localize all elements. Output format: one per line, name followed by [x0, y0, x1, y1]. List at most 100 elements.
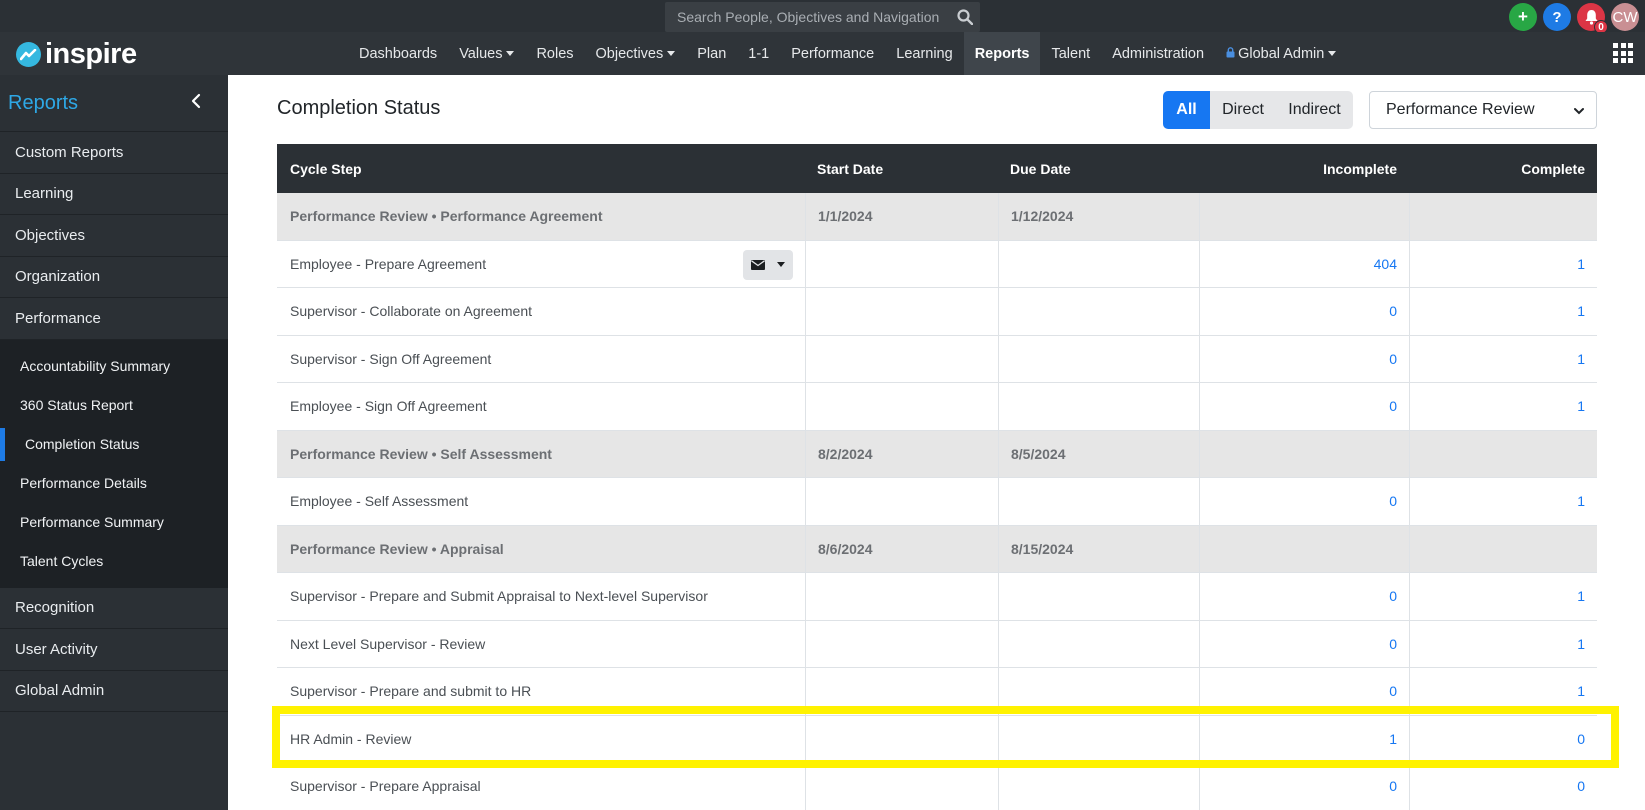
cell-cycle-step: Supervisor - Sign Off Agreement — [277, 336, 805, 383]
cell-due-date — [998, 715, 1199, 762]
nav-item-plan[interactable]: Plan — [686, 32, 737, 75]
cycle-step-text: Supervisor - Prepare Appraisal — [290, 778, 481, 795]
sidebar-item-learning[interactable]: Learning — [0, 174, 228, 215]
sidebar-subitem-360-status-report[interactable]: 360 Status Report — [0, 386, 228, 425]
header-due-date[interactable]: Due Date — [998, 144, 1199, 193]
incomplete-count-link[interactable]: 0 — [1389, 303, 1397, 319]
complete-count-link[interactable]: 1 — [1577, 256, 1585, 272]
sidebar-subitem-performance-details[interactable]: Performance Details — [0, 464, 228, 503]
incomplete-count-link[interactable]: 0 — [1389, 493, 1397, 509]
sidebar-item-recognition[interactable]: Recognition — [0, 588, 228, 629]
filter-indirect-button[interactable]: Indirect — [1276, 91, 1353, 129]
header-incomplete[interactable]: Incomplete — [1199, 144, 1409, 193]
nav-item-values[interactable]: Values — [448, 32, 525, 75]
cycle-step-text: Performance Review • Self Assessment — [290, 445, 552, 462]
cell-incomplete: 0 — [1199, 478, 1409, 525]
cell-start-date — [805, 288, 998, 335]
sidebar-item-objectives[interactable]: Objectives — [0, 215, 228, 257]
header-start-date[interactable]: Start Date — [805, 144, 998, 193]
add-icon[interactable]: + — [1509, 3, 1537, 31]
incomplete-count-link[interactable]: 0 — [1389, 778, 1397, 794]
cell-start-date — [805, 668, 998, 715]
cell-start-date — [805, 335, 998, 382]
sidebar-subitem-accountability-summary[interactable]: Accountability Summary — [0, 347, 228, 386]
table-row: Employee - Self Assessment 0 1 — [277, 478, 1597, 526]
header-complete[interactable]: Complete — [1409, 144, 1597, 193]
sidebar-item-custom-reports[interactable]: Custom Reports — [0, 132, 228, 174]
header-cycle-step[interactable]: Cycle Step — [277, 144, 805, 193]
review-type-select[interactable]: Performance Review — [1369, 91, 1597, 129]
filter-direct-button[interactable]: Direct — [1210, 91, 1276, 129]
nav-item-performance[interactable]: Performance — [780, 32, 885, 75]
cell-complete — [1409, 525, 1597, 572]
cell-incomplete: 0 — [1199, 668, 1409, 715]
chevron-down-icon — [1574, 103, 1584, 115]
incomplete-count-link[interactable]: 0 — [1389, 351, 1397, 367]
nav-item-label: Global Admin — [1238, 45, 1325, 62]
nav-item-label: Objectives — [595, 45, 664, 62]
cell-due-date — [998, 763, 1199, 810]
sidebar: Reports Custom Reports Learning Objectives… — [0, 75, 228, 810]
complete-count-link[interactable]: 1 — [1577, 493, 1585, 509]
filter-all-button[interactable]: All — [1163, 91, 1210, 129]
nav-item-objectives[interactable]: Objectives — [585, 32, 687, 75]
caret-down-icon — [506, 51, 515, 56]
cell-due-date — [998, 573, 1199, 620]
complete-count-link[interactable]: 0 — [1577, 731, 1585, 747]
completion-status-table: Cycle Step Start Date Due Date Incomplet… — [277, 144, 1597, 810]
cell-complete: 0 — [1409, 715, 1597, 762]
incomplete-count-link[interactable]: 0 — [1389, 636, 1397, 652]
nav-item-dashboards[interactable]: Dashboards — [348, 32, 448, 75]
search-input[interactable]: Search People, Objectives and Navigation — [665, 2, 980, 32]
sidebar-item-global-admin[interactable]: Global Admin — [0, 671, 228, 712]
sidebar-item-organization[interactable]: Organization — [0, 257, 228, 298]
search-icon[interactable] — [950, 9, 980, 25]
cell-due-date — [998, 240, 1199, 287]
avatar[interactable]: CW — [1611, 3, 1639, 31]
logo-text: inspire — [45, 38, 137, 70]
nav-item-administration[interactable]: Administration — [1101, 32, 1215, 75]
sidebar-item-performance[interactable]: Performance — [0, 298, 228, 340]
complete-count-link[interactable]: 1 — [1577, 303, 1585, 319]
nav-item-1-1[interactable]: 1-1 — [737, 32, 780, 75]
nav-item-learning[interactable]: Learning — [885, 32, 963, 75]
cell-cycle-step: Performance Review • Self Assessment — [277, 431, 805, 478]
nav-item-label: Reports — [974, 45, 1030, 62]
incomplete-count-link[interactable]: 0 — [1389, 398, 1397, 414]
sidebar-subitem-completion-status[interactable]: Completion Status — [0, 425, 228, 464]
incomplete-count-link[interactable]: 404 — [1374, 256, 1397, 272]
apps-grid-icon[interactable] — [1613, 43, 1633, 63]
sidebar-subitem-talent-cycles[interactable]: Talent Cycles — [0, 542, 228, 581]
email-dropdown-button[interactable] — [743, 249, 793, 280]
logo[interactable]: inspire — [16, 38, 137, 71]
cycle-step-text: Supervisor - Collaborate on Agreement — [290, 303, 533, 320]
cell-incomplete: 1 — [1199, 715, 1409, 762]
complete-count-link[interactable]: 1 — [1577, 636, 1585, 652]
cell-due-date — [998, 478, 1199, 525]
complete-count-link[interactable]: 1 — [1577, 351, 1585, 367]
nav-item-roles[interactable]: Roles — [525, 32, 584, 75]
sidebar-subitem-performance-summary[interactable]: Performance Summary — [0, 503, 228, 542]
collapse-sidebar-icon[interactable] — [190, 92, 202, 115]
cell-due-date: 8/15/2024 — [998, 525, 1199, 572]
logo-mark-icon — [16, 42, 41, 67]
cell-incomplete: 0 — [1199, 288, 1409, 335]
incomplete-count-link[interactable]: 1 — [1389, 731, 1397, 747]
cell-cycle-step: Employee - Sign Off Agreement — [277, 383, 805, 430]
incomplete-count-link[interactable]: 0 — [1389, 683, 1397, 699]
main-navbar: inspire Dashboards Values Roles Objectives P… — [0, 32, 1645, 75]
incomplete-count-link[interactable]: 0 — [1389, 588, 1397, 604]
cycle-step-text: Supervisor - Sign Off Agreement — [290, 350, 492, 367]
complete-count-link[interactable]: 0 — [1577, 778, 1585, 794]
help-icon[interactable]: ? — [1543, 3, 1571, 31]
nav-item-reports[interactable]: Reports — [963, 32, 1041, 75]
complete-count-link[interactable]: 1 — [1577, 398, 1585, 414]
complete-count-link[interactable]: 1 — [1577, 588, 1585, 604]
nav-item-global-admin[interactable]: Global Admin — [1215, 32, 1347, 75]
complete-count-link[interactable]: 1 — [1577, 683, 1585, 699]
sidebar-item-user-activity[interactable]: User Activity — [0, 629, 228, 671]
sidebar-submenu-performance: Accountability Summary 360 Status Report C… — [0, 339, 228, 588]
notification-bell-icon[interactable]: 0 — [1577, 3, 1608, 34]
nav-item-talent[interactable]: Talent — [1040, 32, 1101, 75]
table-group-row: Performance Review • Performance Agreeme… — [277, 193, 1597, 241]
